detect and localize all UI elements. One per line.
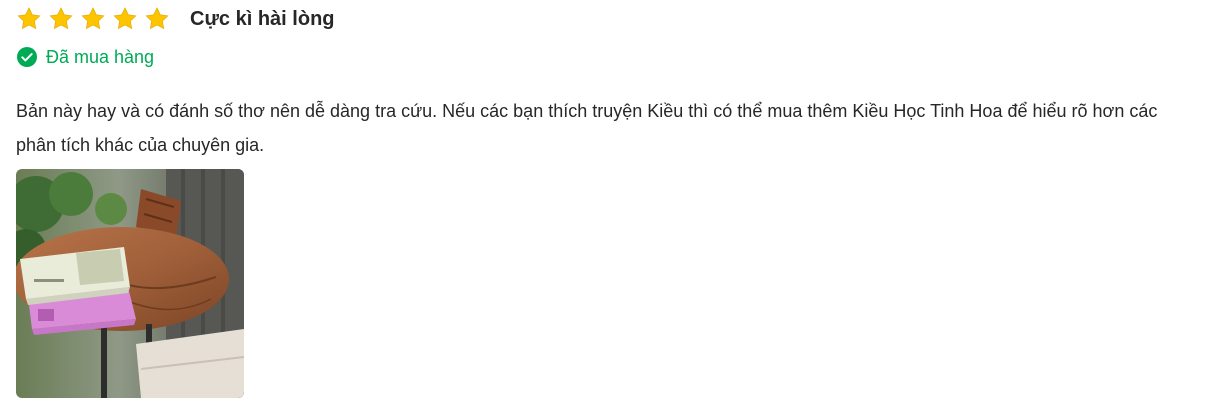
rating-title: Cực kì hài lòng [190,8,335,30]
star-icon [48,6,74,32]
star-icon [112,6,138,32]
star-icon [144,6,170,32]
review-item: Cực kì hài lòng Đã mua hàng Bản này hay … [0,0,1207,407]
check-circle-icon [17,47,37,67]
review-content: Bản này hay và có đánh số thơ nên dễ dàn… [16,101,1158,155]
star-rating [16,6,170,32]
review-photo-thumbnail[interactable] [16,169,244,398]
purchased-badge: Đã mua hàng [16,44,154,70]
rating-row: Cực kì hài lòng [16,4,335,34]
star-icon [80,6,106,32]
purchased-label: Đã mua hàng [46,47,155,67]
star-icon [16,6,42,32]
